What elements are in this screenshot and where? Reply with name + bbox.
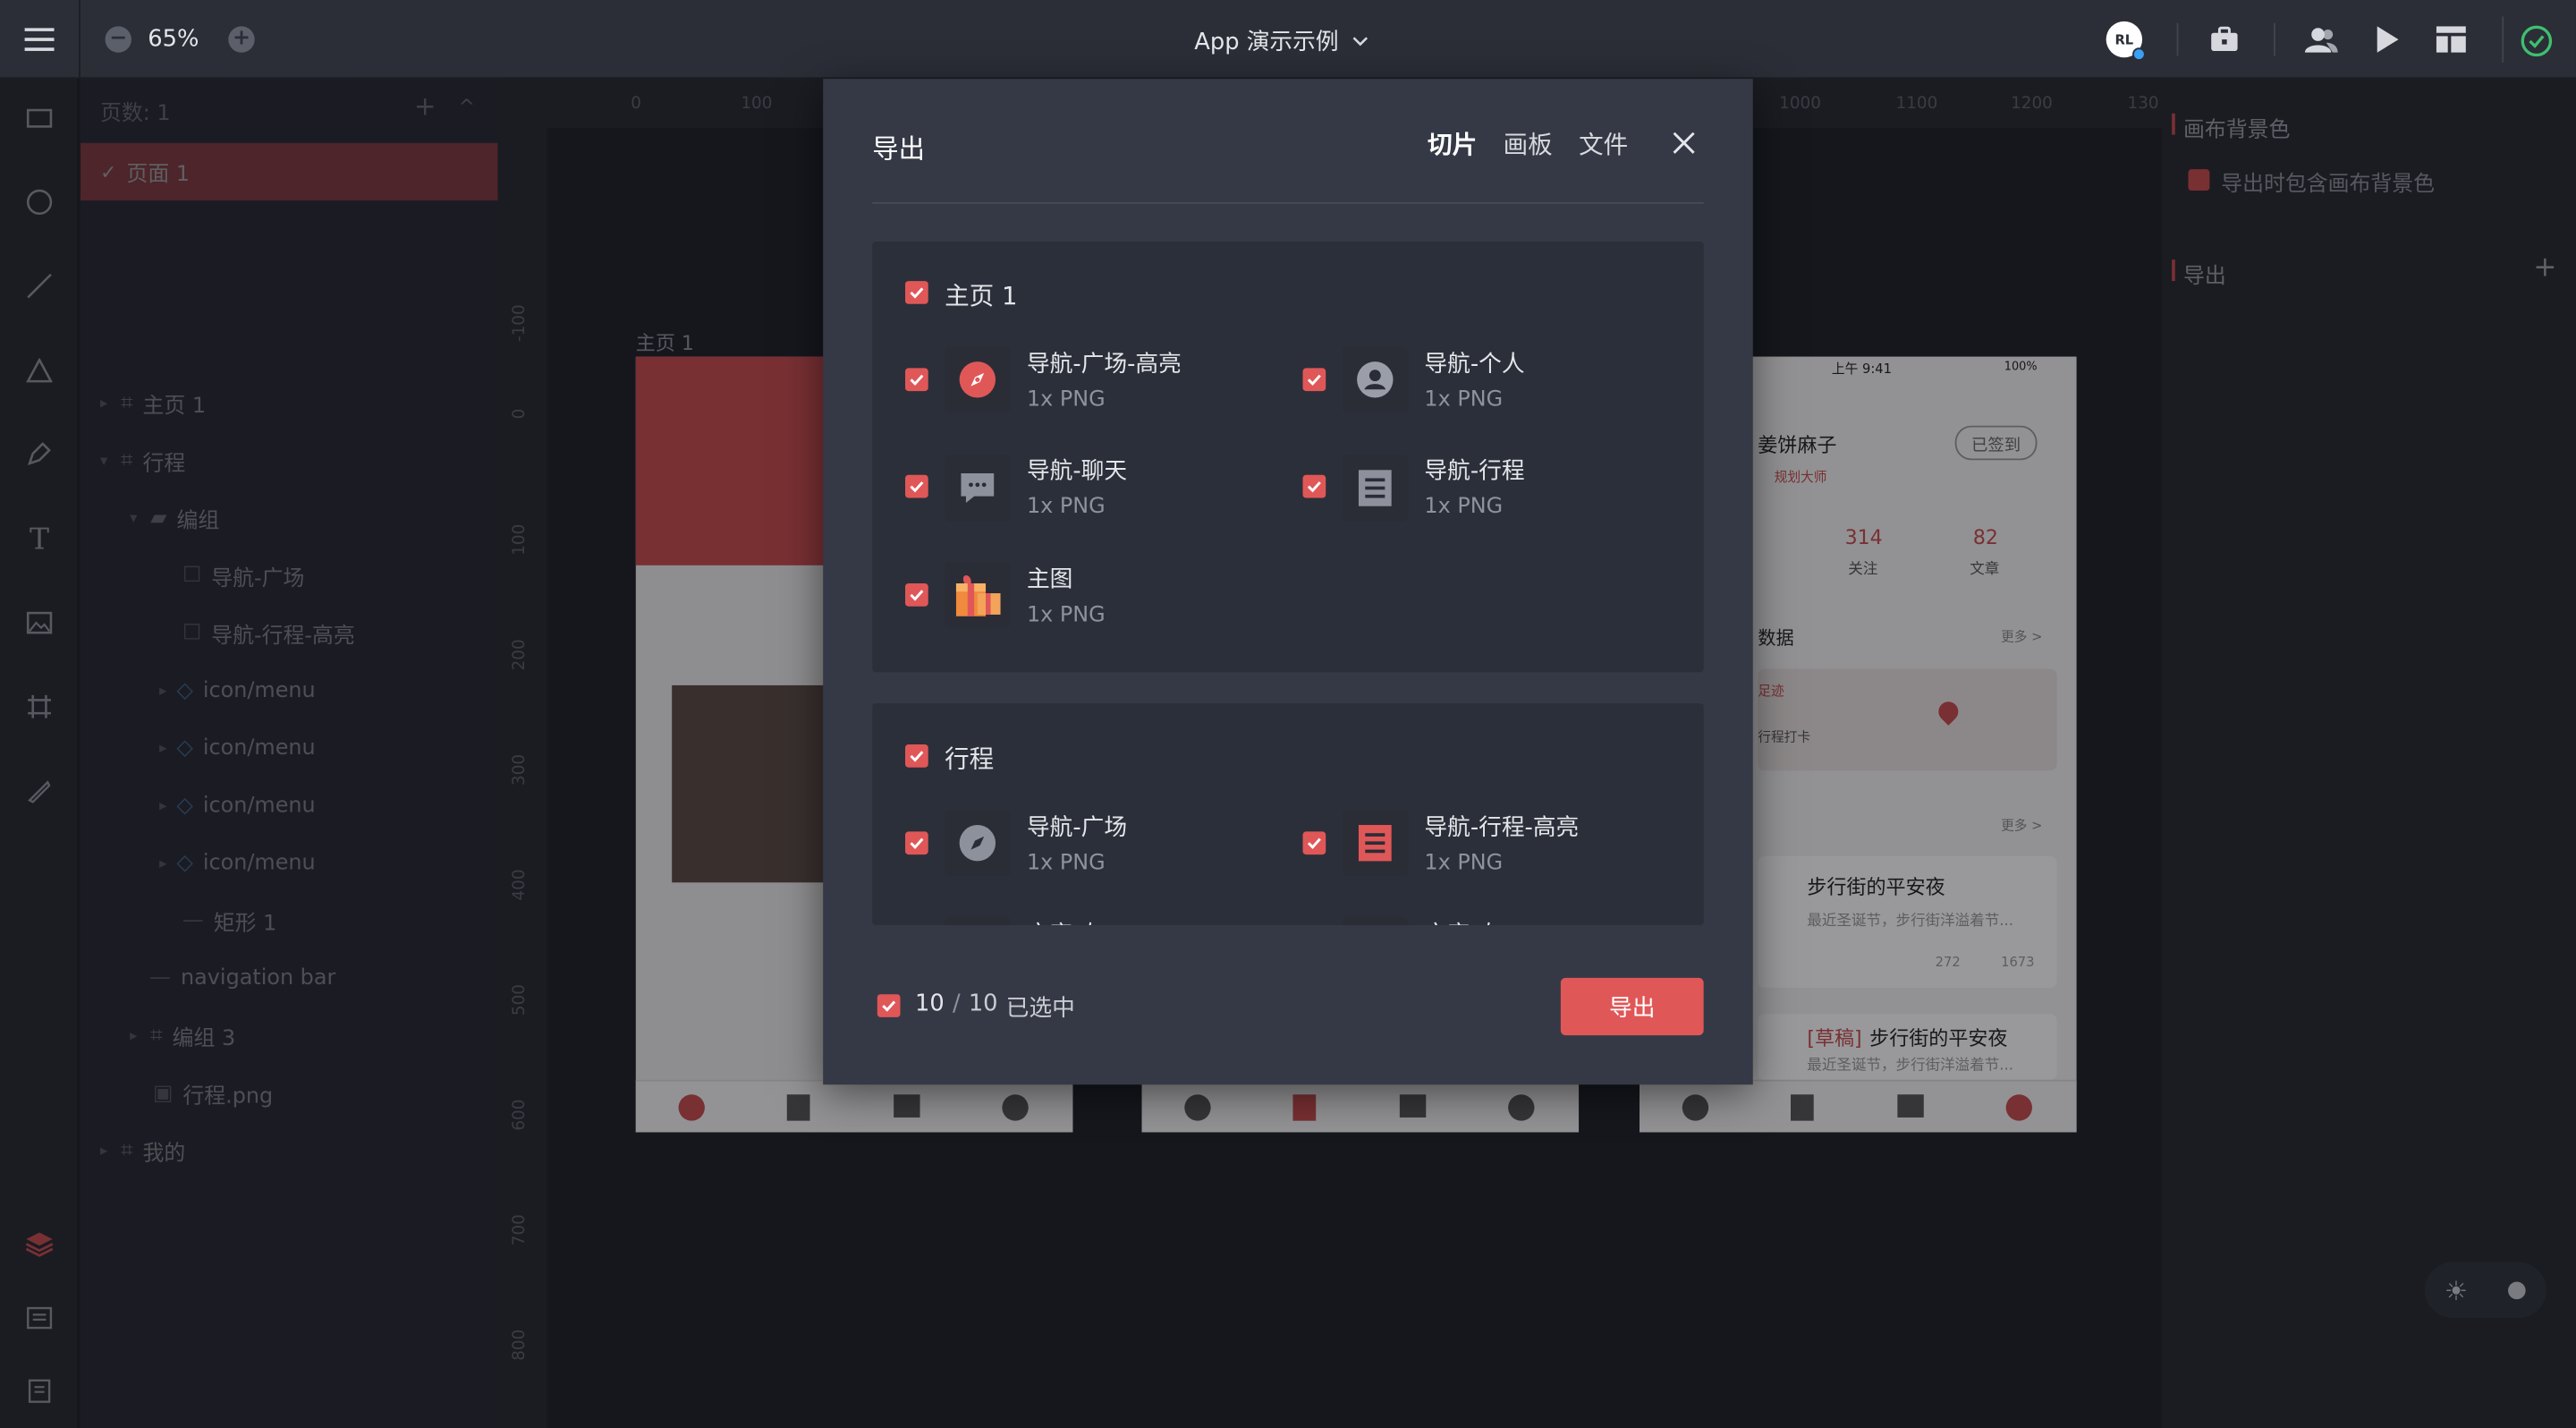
export-dialog: 导出 切片 画板 文件 主页 1 导航-广场-高亮 1x PNG 导航-个人 1… — [823, 79, 1753, 1085]
separator: / — [952, 990, 961, 1017]
compass-icon — [945, 810, 1011, 876]
slice-checkbox[interactable] — [1302, 474, 1326, 498]
slice-thumbnail — [1342, 916, 1409, 926]
slice-group-trip: 行程 导航-广场 1x PNG 导航-行程-高亮 1x PNG 文字-左 文字-… — [872, 703, 1704, 926]
divider — [2502, 16, 2504, 63]
chevron-down-icon — [1352, 37, 1368, 47]
collaborators-icon[interactable] — [2303, 23, 2339, 56]
slice-checkbox[interactable] — [1302, 368, 1326, 392]
slice-checkbox[interactable] — [905, 474, 928, 498]
avatar[interactable]: RL — [2106, 21, 2146, 61]
total-count: 10 — [968, 990, 998, 1017]
list-red-icon — [1342, 810, 1409, 876]
slice-group-home: 主页 1 导航-广场-高亮 1x PNG 导航-个人 1x PNG 导航-聊天 … — [872, 241, 1704, 673]
selected-count: 10 — [915, 990, 945, 1017]
selected-suffix: 已选中 — [1005, 996, 1075, 1023]
divider — [79, 0, 80, 80]
export-button[interactable]: 导出 — [1560, 977, 1704, 1036]
online-dot — [2132, 47, 2146, 61]
group-checkbox[interactable] — [905, 744, 928, 768]
dialog-title: 导出 — [872, 132, 926, 165]
document-title-dropdown[interactable]: App 演示示例 — [1194, 25, 1368, 58]
group-title: 行程 — [945, 744, 995, 775]
user-icon — [1342, 346, 1409, 413]
sync-status-icon[interactable] — [2519, 23, 2555, 59]
top-bar: − 65% + App 演示示例 RL — [0, 0, 2576, 80]
zoom-out-button[interactable]: − — [105, 26, 131, 53]
slice-format: 1x PNG — [1424, 494, 1504, 520]
slice-name: 文字-右 — [1424, 917, 1501, 925]
slice-format: 1x PNG — [1424, 851, 1504, 876]
slice-name: 导航-广场 — [1026, 815, 1128, 842]
slice-format: 1x PNG — [1026, 603, 1106, 628]
slice-thumbnail — [945, 916, 1011, 926]
play-icon[interactable] — [2370, 23, 2403, 56]
compass-red-icon — [945, 346, 1011, 413]
list-icon — [1342, 455, 1409, 522]
slice-format: 1x PNG — [1026, 494, 1106, 520]
slice-checkbox[interactable] — [905, 831, 928, 855]
tab-slices[interactable]: 切片 — [1428, 126, 1477, 161]
slice-checkbox[interactable] — [905, 368, 928, 392]
slice-checkbox[interactable] — [905, 583, 928, 607]
hamburger-menu-icon[interactable] — [23, 23, 56, 56]
chat-icon — [945, 455, 1011, 522]
slice-checkbox[interactable] — [1302, 831, 1326, 855]
divider — [2273, 22, 2275, 56]
tab-artboards[interactable]: 画板 — [1504, 126, 1553, 161]
zoom-in-button[interactable]: + — [228, 26, 255, 53]
slice-format: 1x PNG — [1026, 387, 1106, 413]
slice-name: 主图 — [1026, 566, 1073, 594]
slice-format: 1x PNG — [1026, 851, 1106, 876]
slice-name: 导航-行程-高亮 — [1424, 815, 1580, 842]
group-checkbox[interactable] — [905, 281, 928, 304]
divider — [2176, 22, 2179, 56]
select-all-checkbox[interactable] — [877, 994, 901, 1017]
slice-name: 导航-行程 — [1424, 458, 1525, 485]
layout-icon[interactable] — [2435, 23, 2468, 56]
zoom-level[interactable]: 65% — [148, 26, 199, 52]
slice-format: 1x PNG — [1424, 387, 1504, 413]
slice-name: 文字-左 — [1027, 917, 1104, 925]
gift-box-icon — [945, 562, 1011, 628]
document-title: App 演示示例 — [1194, 30, 1339, 56]
tab-files[interactable]: 文件 — [1579, 126, 1628, 161]
close-icon[interactable] — [1671, 130, 1697, 156]
group-title: 主页 1 — [945, 281, 1018, 311]
divider — [872, 201, 1704, 204]
selection-count: 10 / 10 已选中 — [915, 991, 1075, 1024]
slice-name: 导航-个人 — [1424, 352, 1525, 378]
toolbox-icon[interactable] — [2208, 23, 2241, 56]
slice-name: 导航-广场-高亮 — [1026, 352, 1182, 378]
slice-name: 导航-聊天 — [1026, 458, 1128, 485]
